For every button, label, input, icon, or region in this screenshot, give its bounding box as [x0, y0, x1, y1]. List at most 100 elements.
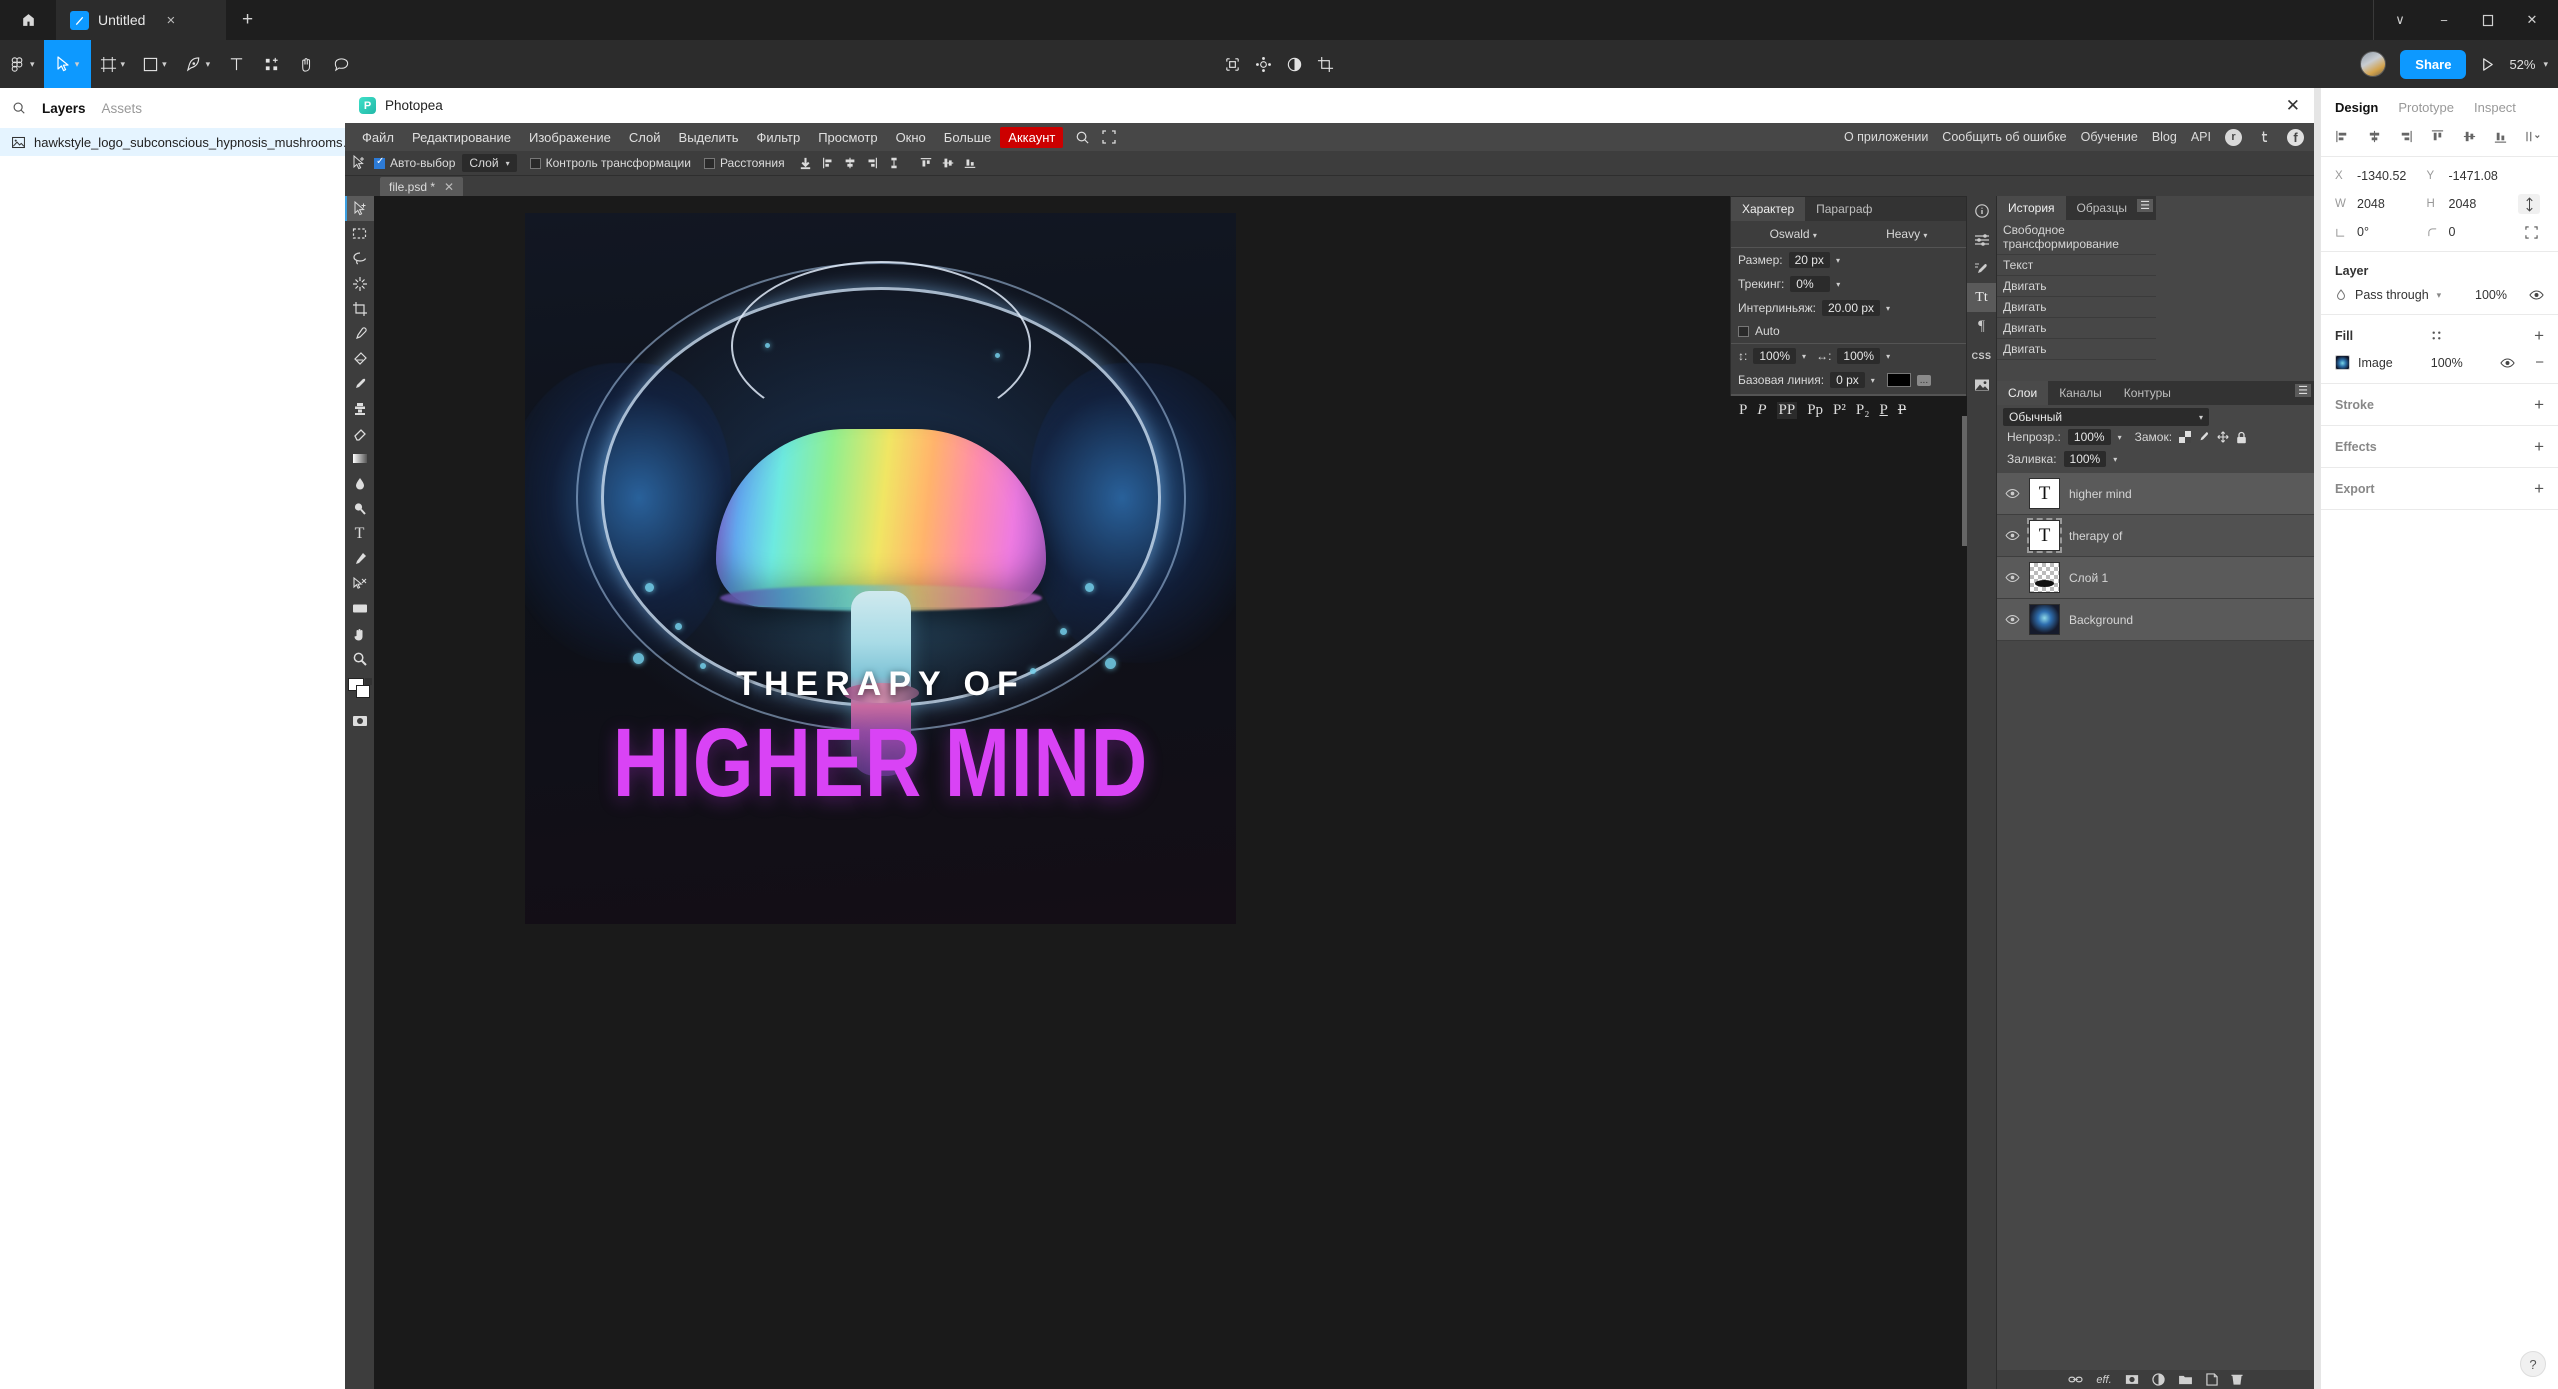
- account-button[interactable]: Аккаунт: [1000, 126, 1064, 148]
- pen-tool[interactable]: [345, 546, 374, 571]
- add-fill-button[interactable]: +: [2534, 327, 2544, 344]
- document-tab[interactable]: file.psd * ✕: [380, 177, 464, 197]
- align-top-edges-icon[interactable]: [919, 156, 933, 170]
- history-item[interactable]: Текст: [1997, 255, 2156, 276]
- crop-icon[interactable]: [1317, 40, 1334, 88]
- panel-menu-icon[interactable]: ☰: [2295, 384, 2311, 397]
- align-left-edges-icon[interactable]: [821, 156, 835, 170]
- chevron-down-icon[interactable]: ▾: [1886, 304, 1890, 313]
- lock-pixels-icon[interactable]: [2198, 431, 2210, 443]
- close-icon[interactable]: ×: [166, 12, 175, 29]
- photopea-canvas[interactable]: THERAPY OF HIGHER MIND: [374, 196, 1967, 1389]
- rotation-field[interactable]: 0°: [2335, 225, 2427, 239]
- visibility-icon[interactable]: [2005, 488, 2020, 499]
- tab-paths[interactable]: Контуры: [2113, 381, 2182, 405]
- close-icon[interactable]: ✕: [2286, 96, 2300, 116]
- tab-character[interactable]: Характер: [1731, 197, 1806, 221]
- chevron-down-icon[interactable]: ▾: [2113, 455, 2117, 464]
- menu-layer[interactable]: Слой: [620, 126, 670, 149]
- align-bottom-icon[interactable]: [2493, 129, 2508, 144]
- layer-row[interactable]: Слой 1: [1997, 557, 2314, 599]
- align-vcenter-icon[interactable]: [941, 156, 955, 170]
- info-icon[interactable]: [1967, 196, 1996, 225]
- style-strikethrough-button[interactable]: P: [1898, 402, 1906, 419]
- layer-select-dropdown[interactable]: Слой ▾: [462, 154, 517, 172]
- close-icon[interactable]: ✕: [444, 180, 454, 194]
- lock-transparency-icon[interactable]: [2179, 431, 2192, 443]
- image-icon[interactable]: [1967, 370, 1996, 399]
- facebook-icon[interactable]: f: [2287, 128, 2304, 146]
- tab-assets[interactable]: Assets: [102, 101, 143, 116]
- font-weight-dropdown[interactable]: Heavy ▾: [1886, 227, 1927, 241]
- healing-brush-tool[interactable]: [345, 346, 374, 371]
- brush-settings-icon[interactable]: [1967, 254, 1996, 283]
- history-item[interactable]: Двигать: [1997, 297, 2156, 318]
- style-allcaps-button[interactable]: PP: [1776, 402, 1798, 419]
- menu-filter[interactable]: Фильтр: [748, 126, 810, 149]
- menu-select[interactable]: Выделить: [670, 126, 748, 149]
- move-tool-icon[interactable]: [351, 155, 367, 171]
- font-family-dropdown[interactable]: Oswald ▾: [1770, 227, 1817, 241]
- height-field[interactable]: H 2048: [2427, 197, 2519, 211]
- width-field[interactable]: W 2048: [2335, 197, 2427, 211]
- chevron-down-icon[interactable]: ▾: [2118, 433, 2122, 442]
- menu-file[interactable]: Файл: [353, 126, 403, 149]
- layer-row[interactable]: T higher mind: [1997, 473, 2314, 515]
- css-icon[interactable]: CSS: [1967, 341, 1996, 370]
- new-layer-icon[interactable]: [2205, 1373, 2218, 1386]
- text-tool[interactable]: [219, 40, 254, 88]
- auto-leading-checkbox[interactable]: [1738, 325, 1749, 337]
- visibility-icon[interactable]: [2529, 289, 2544, 301]
- adjustments-icon[interactable]: [1967, 225, 1996, 254]
- character-icon[interactable]: Tt: [1967, 283, 1996, 312]
- frame-tool[interactable]: ▾: [91, 40, 135, 88]
- pen-tool[interactable]: ▾: [176, 40, 220, 88]
- contrast-icon[interactable]: [1286, 40, 1303, 88]
- style-smallcaps-button[interactable]: Pp: [1807, 402, 1823, 419]
- leading-input[interactable]: 20.00 px: [1822, 300, 1881, 316]
- link-icon[interactable]: [2068, 1375, 2083, 1384]
- menu-edit[interactable]: Редактирование: [403, 126, 520, 149]
- delete-icon[interactable]: [2231, 1373, 2243, 1386]
- hand-tool[interactable]: [289, 40, 324, 88]
- artwork-image[interactable]: THERAPY OF HIGHER MIND: [525, 213, 1236, 924]
- auto-select-option[interactable]: Авто-выбор: [374, 156, 455, 170]
- layer-opacity-value[interactable]: 100%: [2475, 288, 2507, 302]
- link-blog[interactable]: Blog: [2152, 130, 2177, 144]
- component-tool[interactable]: [254, 40, 289, 88]
- zoom-tool[interactable]: [345, 646, 374, 671]
- eyedropper-tool[interactable]: [345, 321, 374, 346]
- layer-row[interactable]: T therapy of: [1997, 515, 2314, 557]
- history-item[interactable]: Свободное трансформирование: [1997, 220, 2156, 255]
- search-icon[interactable]: [1075, 130, 1090, 145]
- layer-row[interactable]: Background: [1997, 599, 2314, 641]
- paragraph-icon[interactable]: ¶: [1967, 312, 1996, 341]
- search-icon[interactable]: [12, 101, 26, 115]
- align-right-icon[interactable]: [2398, 129, 2413, 144]
- fullscreen-icon[interactable]: [1102, 130, 1116, 144]
- tab-swatches[interactable]: Образцы: [2066, 196, 2138, 220]
- fill-visibility-icon[interactable]: [2500, 357, 2515, 369]
- align-horizontal-center-icon[interactable]: [2367, 129, 2382, 144]
- dodge-tool[interactable]: [345, 496, 374, 521]
- minimize-icon[interactable]: −: [2422, 0, 2466, 40]
- style-italic-button[interactable]: P: [1757, 402, 1766, 419]
- distances-checkbox[interactable]: [703, 157, 715, 169]
- blend-mode-dropdown[interactable]: Обычный ▾: [2003, 408, 2209, 426]
- tab-layers[interactable]: Слои: [1997, 381, 2049, 405]
- maximize-icon[interactable]: [2466, 0, 2510, 40]
- horizontal-scale-input[interactable]: 100%: [1837, 348, 1881, 364]
- scale-icon[interactable]: [1224, 40, 1241, 88]
- add-effect-button[interactable]: +: [2534, 438, 2544, 455]
- distances-option[interactable]: Расстояния: [703, 156, 785, 170]
- help-button[interactable]: ?: [2520, 1351, 2546, 1377]
- transform-controls-checkbox[interactable]: [529, 157, 541, 169]
- link-learn[interactable]: Обучение: [2081, 130, 2138, 144]
- fill-image-swatch[interactable]: [2335, 355, 2350, 370]
- magic-wand-tool[interactable]: [345, 271, 374, 296]
- panel-menu-icon[interactable]: ☰: [2137, 199, 2153, 212]
- clone-stamp-tool[interactable]: [345, 396, 374, 421]
- add-stroke-button[interactable]: +: [2534, 396, 2544, 413]
- align-bottom-edges-icon[interactable]: [963, 156, 977, 170]
- lasso-tool[interactable]: [345, 246, 374, 271]
